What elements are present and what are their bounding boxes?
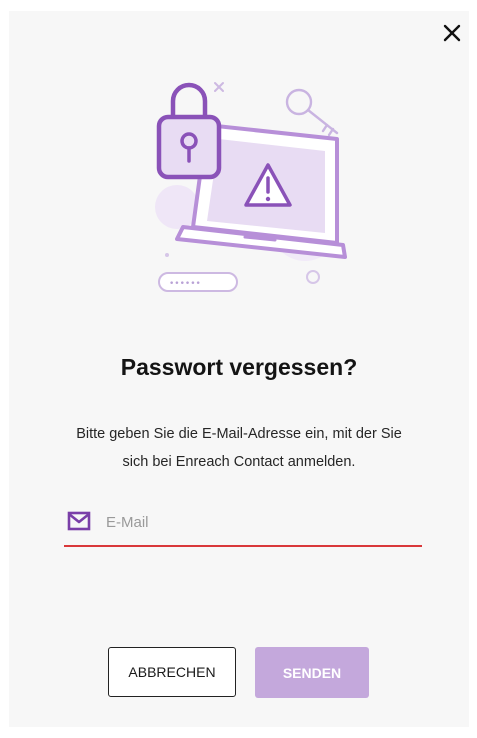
cancel-button[interactable]: ABBRECHEN <box>108 647 236 697</box>
dialog-description: Bitte geben Sie die E-Mail-Adresse ein, … <box>76 426 402 470</box>
forgot-password-illustration: •••••• <box>147 77 357 307</box>
padlock-icon <box>156 82 222 180</box>
forgot-password-dialog: •••••• Passwort vergessen? Bitte geben S… <box>9 11 469 727</box>
dialog-title: Passwort vergessen? <box>120 354 358 380</box>
send-button[interactable]: SENDEN <box>255 647 369 698</box>
mail-icon <box>67 511 91 531</box>
email-field <box>64 507 422 547</box>
close-icon <box>443 24 461 42</box>
email-input[interactable] <box>106 509 406 535</box>
password-mask-text: •••••• <box>169 279 201 289</box>
close-button[interactable] <box>440 21 464 45</box>
decor-circle <box>306 270 320 284</box>
password-field-icon: •••••• <box>158 272 238 292</box>
sparkle-x-icon <box>214 82 224 92</box>
key-icon <box>285 88 339 137</box>
decor-dot <box>165 253 169 257</box>
